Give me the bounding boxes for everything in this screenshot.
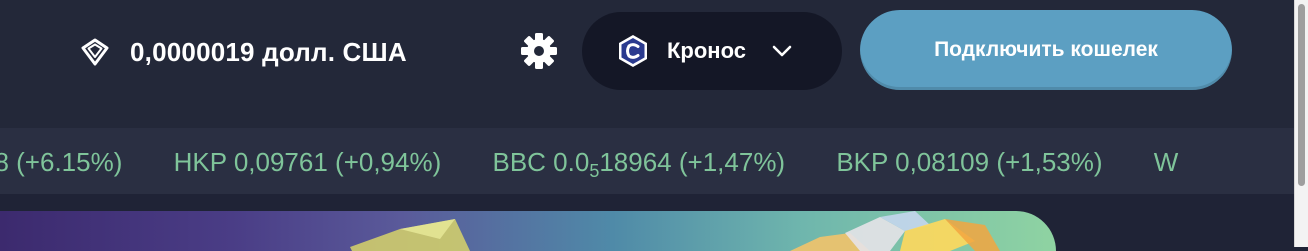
cronos-logo-icon [619, 35, 647, 67]
network-selector[interactable]: Кронос [582, 12, 842, 90]
ticker-item-zero-count: 5 [589, 161, 600, 181]
ticker-item[interactable]: W [1154, 147, 1179, 177]
ticker-item[interactable]: HKP 0,09761 (+0,94%) [174, 147, 442, 177]
hero-banner [0, 211, 1056, 251]
ticker-track: 28 (+6.15%) HKP 0,09761 (+0,94%) BBC 0.0… [0, 147, 1222, 182]
ticker-item[interactable]: 28 (+6.15%) [0, 147, 122, 177]
diamond-icon [81, 38, 109, 66]
scrollbar[interactable] [1294, 0, 1308, 247]
price-text: 0,0000019 долл. США [130, 36, 407, 67]
token-price: 0,0000019 долл. США [80, 32, 407, 72]
connect-wallet-button[interactable]: Подключить кошелек [860, 10, 1232, 90]
banner-artwork [350, 211, 1000, 251]
price-ticker: 28 (+6.15%) HKP 0,09761 (+0,94%) BBC 0.0… [0, 128, 1294, 194]
ticker-item-prefix: BBC 0.0 [492, 147, 590, 177]
scrollbar-thumb[interactable] [1298, 4, 1305, 186]
chevron-down-icon [772, 45, 792, 57]
ticker-item-suffix: 18964 (+1,47%) [599, 147, 786, 177]
ticker-item[interactable]: BBC 0.0518964 (+1,47%) [492, 147, 786, 181]
header-bar: 0,0000019 долл. США Кронос Подключить ко… [0, 0, 1294, 128]
network-label: Кронос [667, 38, 746, 63]
gear-icon[interactable] [520, 32, 558, 70]
ticker-item[interactable]: BKP 0,08109 (+1,53%) [836, 147, 1102, 177]
